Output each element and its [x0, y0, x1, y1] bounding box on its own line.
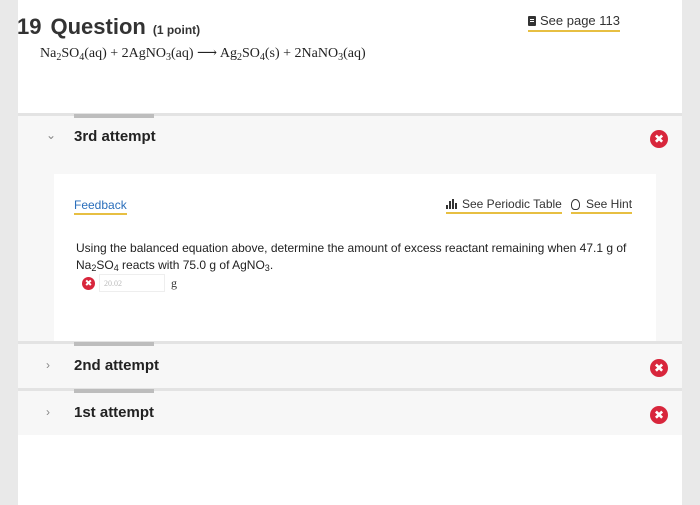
- chemical-equation: Na2SO4(aq) + 2AgNO3(aq) ⟶ Ag2SO4(s) + 2N…: [40, 46, 366, 63]
- book-icon: [528, 15, 536, 26]
- question-text: Using the balanced equation above, deter…: [76, 241, 627, 273]
- question-label: Question: [50, 14, 146, 39]
- incorrect-icon: ✖: [650, 359, 668, 377]
- periodic-table-link[interactable]: See Periodic Table: [446, 197, 562, 214]
- see-page-link[interactable]: See page 113: [528, 13, 620, 32]
- attempt-title-3[interactable]: 3rd attempt: [74, 128, 156, 145]
- hint-link[interactable]: See Hint: [571, 197, 633, 214]
- question-header: 19 Question (1 point): [17, 14, 200, 40]
- incorrect-icon: ✖: [650, 406, 668, 424]
- attempt-title-1[interactable]: 1st attempt: [74, 404, 154, 421]
- answer-input[interactable]: [99, 274, 165, 292]
- periodic-table-label: See Periodic Table: [462, 197, 562, 211]
- question-points: (1 point): [152, 23, 201, 37]
- question-number: 19: [17, 14, 42, 39]
- incorrect-icon: ✖: [650, 130, 668, 148]
- periodic-table-icon: [446, 199, 458, 209]
- incorrect-answer-icon: ✖: [82, 276, 95, 290]
- feedback-link[interactable]: Feedback: [74, 198, 127, 215]
- chevron-right-icon[interactable]: ›: [46, 405, 50, 419]
- attempt-panel-2[interactable]: › 2nd attempt ✖: [18, 342, 682, 388]
- attempt-rule: [74, 389, 154, 393]
- lightbulb-icon: [571, 198, 580, 210]
- attempt-title-2[interactable]: 2nd attempt: [74, 357, 159, 374]
- chevron-down-icon[interactable]: ⌄: [46, 128, 56, 142]
- attempt-panel-3: ⌄ 3rd attempt ✖ Feedback See Periodic Ta…: [18, 114, 682, 341]
- attempt-rule: [74, 114, 154, 118]
- chevron-right-icon[interactable]: ›: [46, 358, 50, 372]
- answer-unit: g: [171, 275, 177, 290]
- see-page-label: See page 113: [540, 13, 620, 28]
- attempt-rule: [74, 342, 154, 346]
- attempt-panel-1[interactable]: › 1st attempt ✖: [18, 389, 682, 435]
- answer-row: ✖ g: [82, 274, 177, 292]
- hint-label: See Hint: [586, 197, 633, 211]
